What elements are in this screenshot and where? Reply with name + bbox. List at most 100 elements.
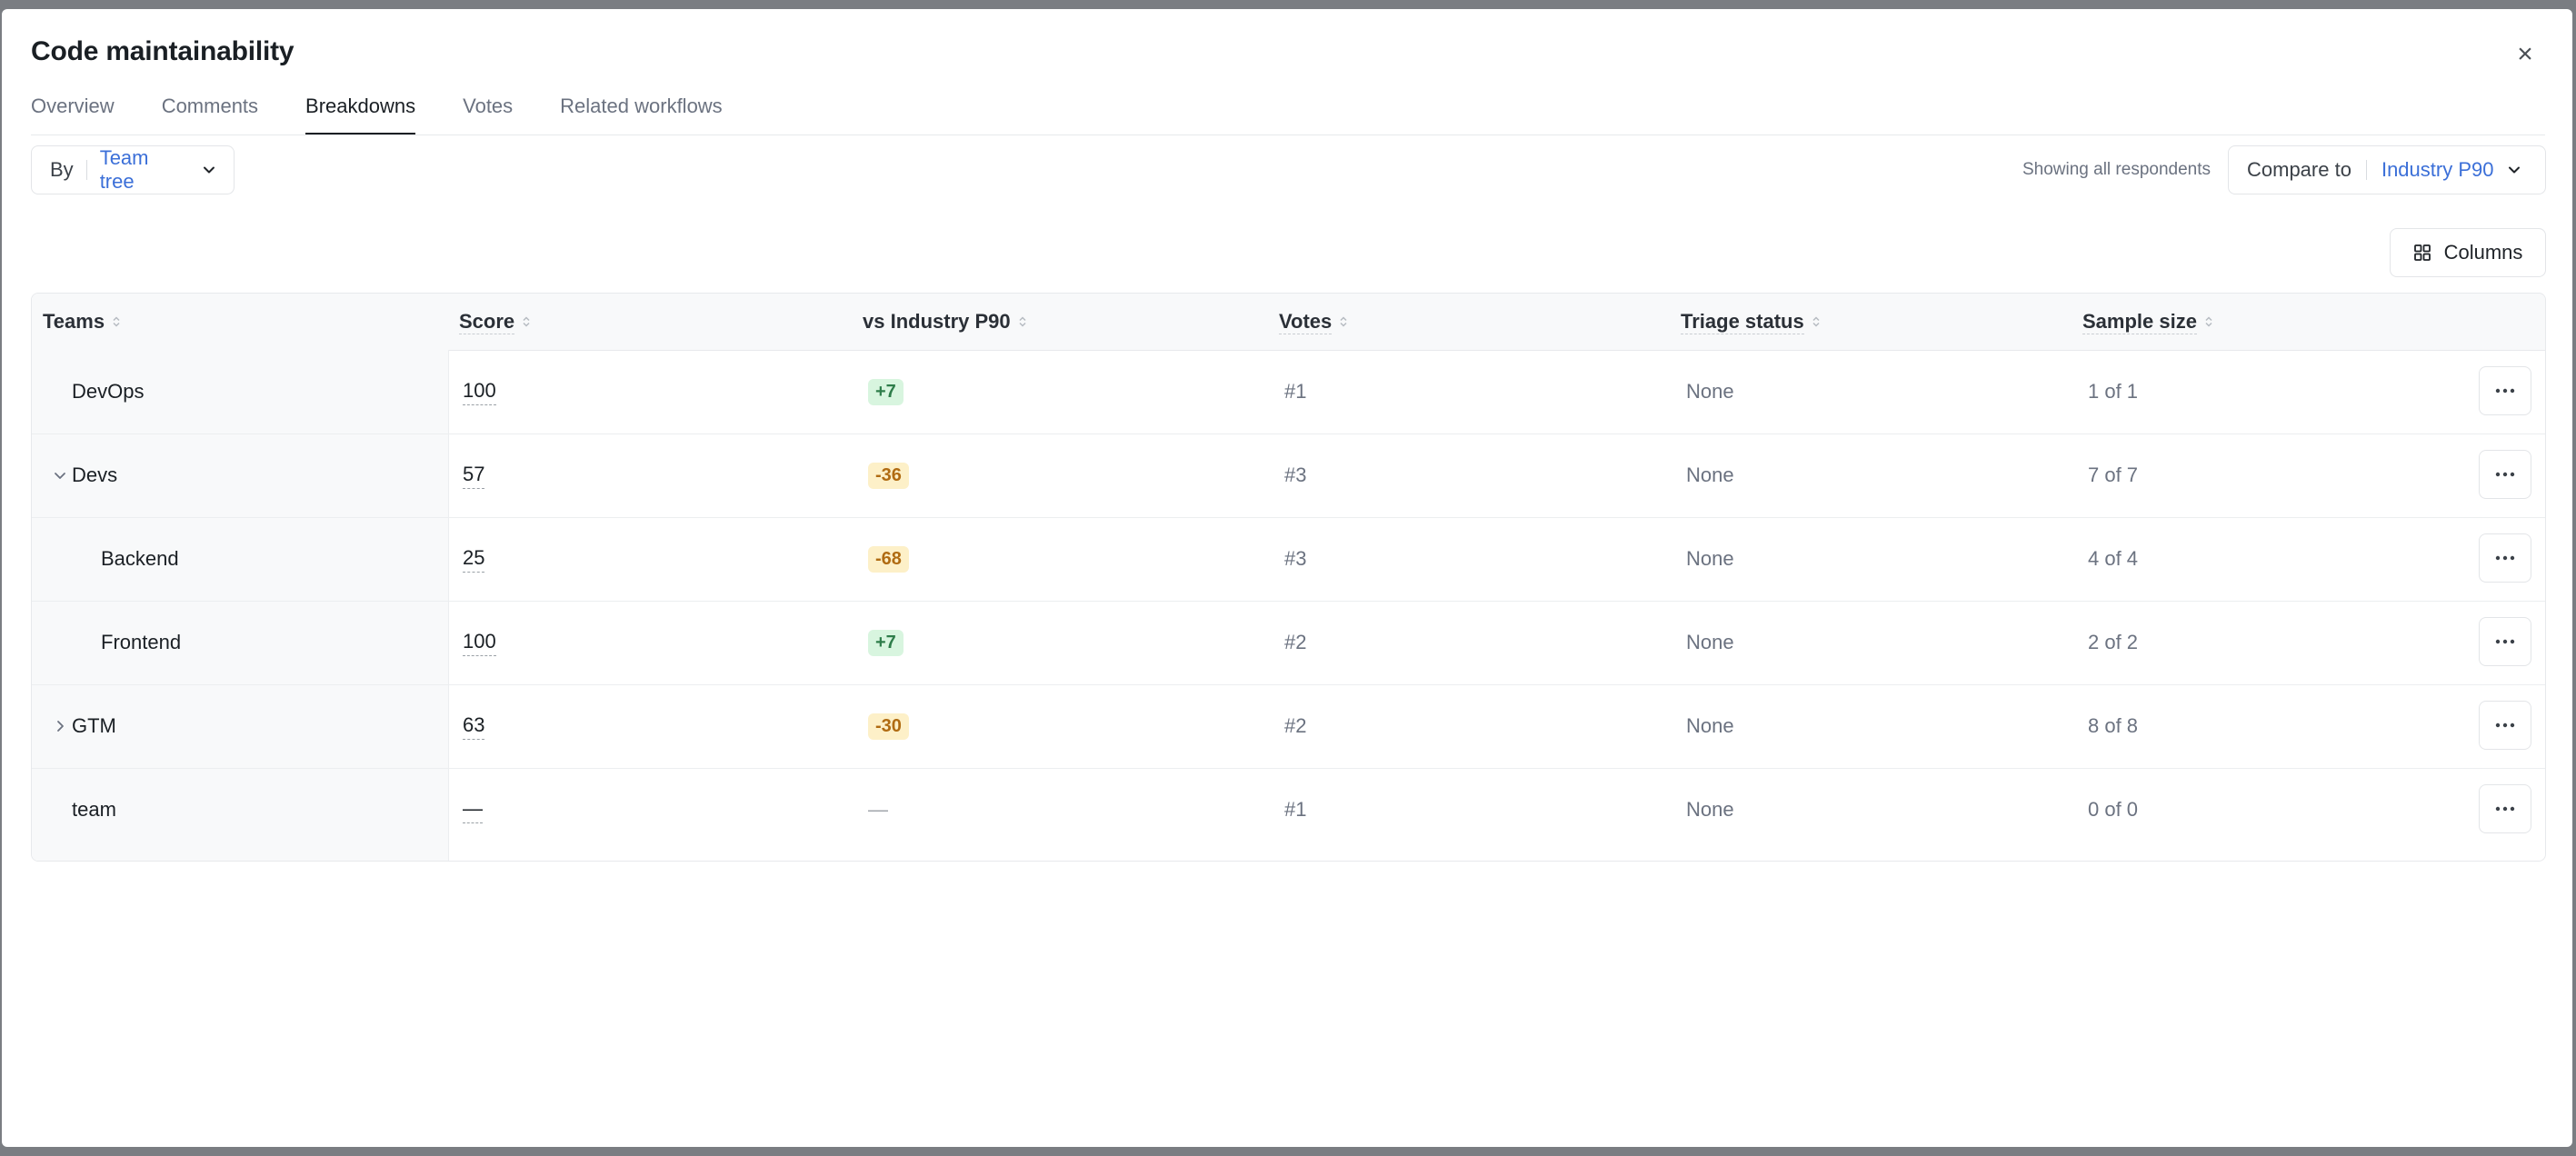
delta-badge-negative: -68 — [868, 545, 909, 573]
sort-icon — [523, 316, 530, 327]
row-actions-button[interactable] — [2479, 366, 2531, 415]
table-row[interactable]: Devs 57 -36 #3 None 7 of 7 — [32, 434, 2545, 518]
votes-rank: #3 — [1284, 547, 1307, 570]
modal-title: Code maintainability — [31, 36, 295, 66]
table-row[interactable]: Backend 25 -68 #3 None 4 of 4 — [32, 517, 2545, 602]
score-value: 100 — [463, 379, 496, 405]
column-header-score[interactable]: Score — [459, 294, 531, 350]
triage-status: None — [1686, 798, 1734, 821]
triage-status: None — [1686, 380, 1734, 403]
vs-industry-cell: -36 — [868, 434, 909, 517]
columns-button[interactable]: Columns — [2390, 228, 2546, 277]
sample-size: 8 of 8 — [2088, 714, 2139, 737]
tab-comments[interactable]: Comments — [162, 96, 258, 134]
score-value: 63 — [463, 713, 485, 740]
sample-size: 1 of 1 — [2088, 380, 2139, 403]
tab-related-workflows[interactable]: Related workflows — [560, 96, 723, 134]
compare-to-select[interactable]: Compare to Industry P90 — [2228, 145, 2546, 194]
chevron-down-icon — [204, 166, 215, 174]
table-row[interactable]: team — — #1 None 0 of 0 — [32, 768, 2545, 852]
respondents-filter-text: Showing all respondents — [2022, 160, 2211, 179]
vs-industry-empty: — — [868, 798, 888, 821]
chevron-right-icon[interactable] — [52, 718, 68, 734]
triage-status: None — [1686, 714, 1734, 737]
row-actions-button[interactable] — [2479, 701, 2531, 750]
more-horizontal-icon — [2495, 806, 2515, 812]
team-name: DevOps — [72, 380, 145, 403]
chevron-down-icon[interactable] — [52, 467, 68, 483]
more-horizontal-icon — [2495, 722, 2515, 728]
sort-icon — [1812, 316, 1820, 327]
row-actions-button[interactable] — [2479, 533, 2531, 583]
group-by-label: By — [50, 158, 74, 181]
more-horizontal-icon — [2495, 555, 2515, 561]
sample-size: 0 of 0 — [2088, 798, 2139, 821]
compare-to-value: Industry P90 — [2381, 158, 2494, 181]
breakdown-table: Teams Score vs Industry P90 Votes Triage… — [31, 293, 2546, 862]
grid-icon — [2413, 244, 2431, 261]
column-header-vs-industry[interactable]: vs Industry P90 — [863, 294, 1027, 350]
column-header-sample-size[interactable]: Sample size — [2082, 294, 2213, 350]
votes-rank: #1 — [1284, 380, 1307, 403]
tab-overview[interactable]: Overview — [31, 96, 115, 134]
sample-size: 7 of 7 — [2088, 463, 2139, 486]
delta-badge-negative: -30 — [868, 713, 909, 740]
more-horizontal-icon — [2495, 388, 2515, 394]
more-horizontal-icon — [2495, 472, 2515, 477]
score-cell[interactable]: 63 — [463, 684, 485, 768]
row-actions-button[interactable] — [2479, 784, 2531, 833]
sort-icon — [2205, 316, 2212, 327]
tab-bar: Overview Comments Breakdowns Votes Relat… — [31, 96, 2545, 135]
divider — [85, 160, 87, 180]
score-cell[interactable]: 57 — [463, 434, 485, 517]
vs-industry-cell: +7 — [868, 350, 904, 434]
compare-to-label: Compare to — [2247, 158, 2351, 181]
triage-status: None — [1686, 631, 1734, 653]
row-actions-button[interactable] — [2479, 617, 2531, 666]
table-row[interactable]: DevOps 100 +7 #1 None 1 of 1 — [32, 350, 2545, 434]
votes-rank: #1 — [1284, 798, 1307, 821]
column-header-votes[interactable]: Votes — [1279, 294, 1348, 350]
votes-rank: #3 — [1284, 463, 1307, 486]
vs-industry-cell: — — [868, 768, 888, 852]
triage-status: None — [1686, 547, 1734, 570]
group-by-select[interactable]: By Team tree — [31, 145, 235, 194]
close-icon[interactable]: × — [2512, 41, 2538, 68]
column-header-teams[interactable]: Teams — [43, 294, 121, 350]
divider — [2365, 160, 2367, 180]
sample-size: 2 of 2 — [2088, 631, 2139, 653]
votes-rank: #2 — [1284, 631, 1307, 653]
score-cell[interactable]: 100 — [463, 350, 496, 434]
score-value: 100 — [463, 630, 496, 656]
team-name: Frontend — [101, 631, 182, 653]
tab-breakdowns[interactable]: Breakdowns — [305, 96, 416, 135]
team-name: GTM — [72, 714, 116, 737]
chevron-down-icon — [2509, 166, 2521, 174]
score-cell[interactable]: — — [463, 768, 483, 852]
score-value: — — [463, 797, 483, 823]
row-actions-button[interactable] — [2479, 450, 2531, 499]
modal-dialog: Code maintainability × Overview Comments… — [2, 9, 2572, 1147]
team-name: team — [72, 798, 116, 821]
table-row[interactable]: GTM 63 -30 #2 None 8 of 8 — [32, 684, 2545, 769]
vs-industry-cell: -30 — [868, 684, 909, 768]
sort-icon — [1340, 316, 1347, 327]
team-name: Backend — [101, 547, 179, 570]
more-horizontal-icon — [2495, 639, 2515, 644]
score-cell[interactable]: 100 — [463, 601, 496, 684]
votes-rank: #2 — [1284, 714, 1307, 737]
sort-icon — [1019, 316, 1026, 327]
delta-badge-positive: +7 — [868, 378, 904, 405]
sample-size: 4 of 4 — [2088, 547, 2139, 570]
column-header-triage-status[interactable]: Triage status — [1681, 294, 1821, 350]
delta-badge-positive: +7 — [868, 629, 904, 656]
score-value: 57 — [463, 463, 485, 489]
sort-icon — [113, 316, 120, 327]
score-cell[interactable]: 25 — [463, 517, 485, 601]
score-value: 25 — [463, 546, 485, 573]
group-by-value: Team tree — [99, 146, 149, 193]
table-header: Teams Score vs Industry P90 Votes Triage… — [32, 294, 2545, 351]
table-row[interactable]: Frontend 100 +7 #2 None 2 of 2 — [32, 601, 2545, 685]
tab-votes[interactable]: Votes — [463, 96, 513, 134]
vs-industry-cell: +7 — [868, 601, 904, 684]
